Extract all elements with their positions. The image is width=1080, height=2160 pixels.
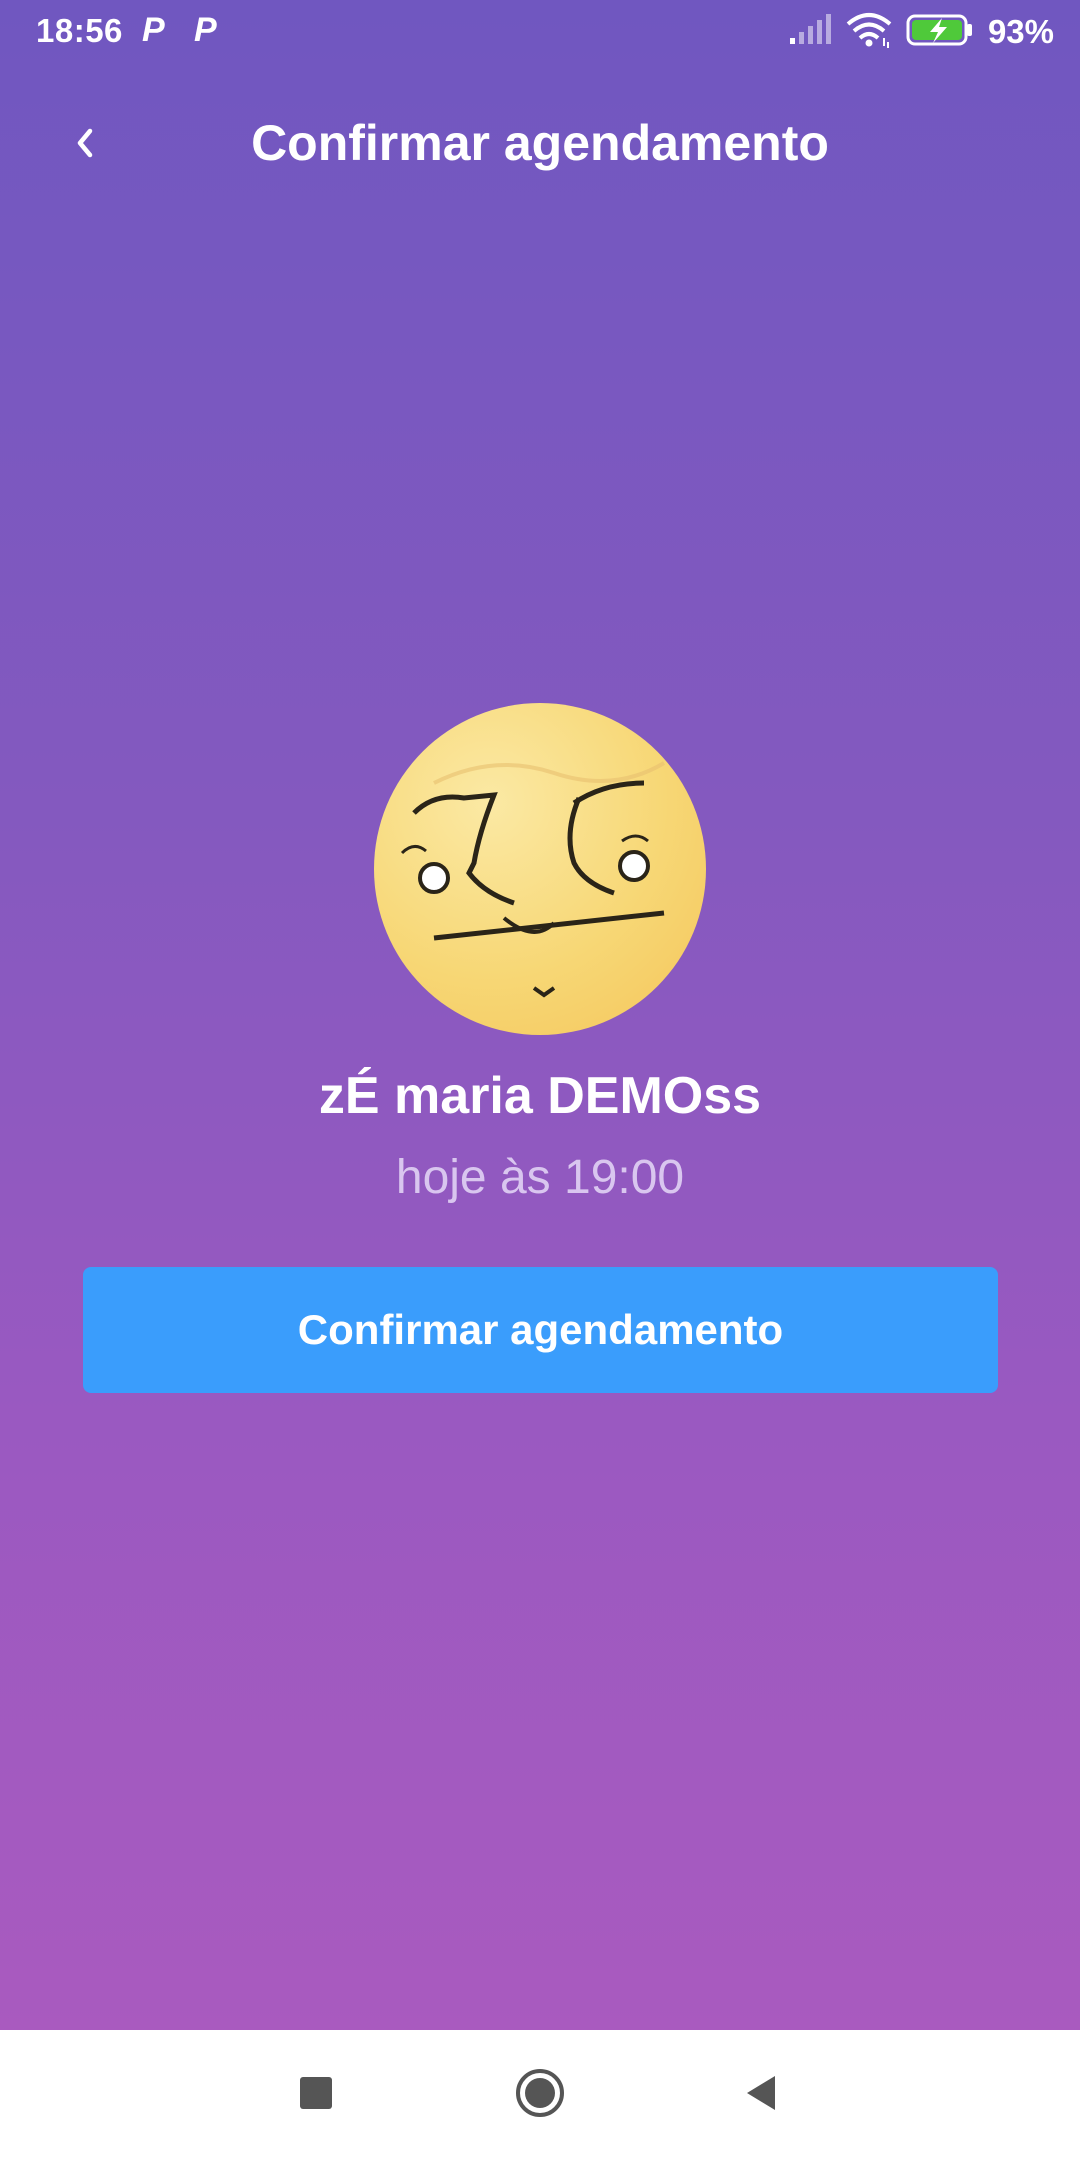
screen: 18:56 P P 93% Confirmar agendamento zÉ m…: [0, 0, 1080, 2030]
confirm-schedule-button[interactable]: Confirmar agendamento: [83, 1267, 998, 1393]
battery-percentage: 93%: [987, 13, 1054, 50]
header: Confirmar agendamento: [0, 100, 1080, 190]
home-icon: [514, 2067, 566, 2124]
recent-apps-icon: [298, 2075, 334, 2116]
back-triangle-icon: [743, 2073, 779, 2118]
avatar: [374, 703, 706, 1035]
page-title: Confirmar agendamento: [251, 115, 829, 171]
wifi-icon: [846, 12, 892, 53]
status-right: 93%: [788, 12, 1054, 52]
profile-name: zÉ maria DEMOss: [318, 1067, 762, 1125]
home-button[interactable]: [505, 2060, 575, 2130]
p-app-icon: P: [142, 11, 165, 49]
status-time: 18:56: [36, 12, 123, 49]
navigation-bar: [0, 2030, 1080, 2160]
p-app-icon: P: [194, 11, 217, 49]
back-nav-button[interactable]: [726, 2060, 796, 2130]
recent-apps-button[interactable]: [281, 2060, 351, 2130]
battery-charging-icon: [906, 13, 974, 52]
signal-icon: [788, 13, 832, 51]
status-bar: 18:56 P P 93%: [0, 0, 1080, 66]
schedule-time: hoje às 19:00: [395, 1151, 685, 1204]
